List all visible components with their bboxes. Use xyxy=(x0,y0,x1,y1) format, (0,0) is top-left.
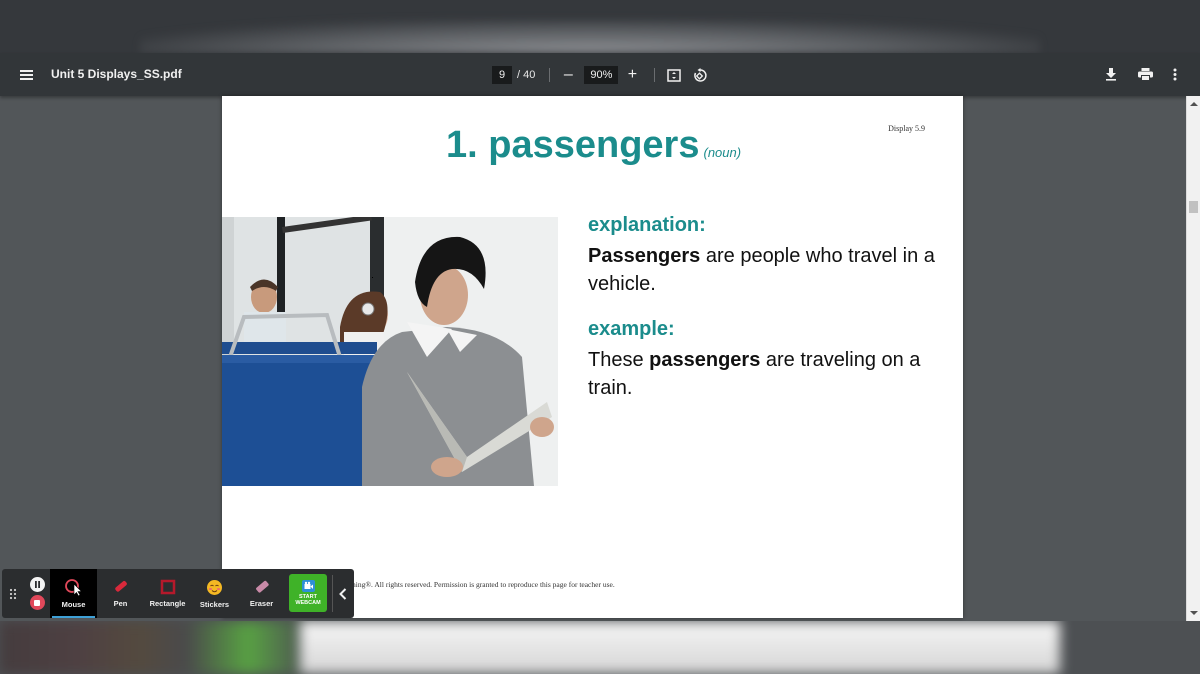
download-icon[interactable] xyxy=(1102,65,1120,83)
divider xyxy=(549,68,551,82)
vertical-scrollbar[interactable] xyxy=(1186,96,1200,621)
tool-mouse[interactable]: Mouse xyxy=(50,569,97,618)
start-webcam-button[interactable]: START WEBCAM xyxy=(289,574,327,612)
passenger-photo xyxy=(222,217,558,486)
webcam-label-line2: WEBCAM xyxy=(295,600,321,606)
tool-label: Pen xyxy=(113,599,128,608)
tool-label: Mouse xyxy=(61,600,86,609)
definition-block: explanation: Passengers are people who t… xyxy=(588,214,948,402)
part-of-speech: (noun) xyxy=(703,145,742,160)
tool-stickers[interactable]: Stickers xyxy=(191,569,238,618)
pdf-toolbar: Unit 5 Displays_SS.pdf / 40 – + xyxy=(0,53,1200,96)
display-number: Display 5.9 xyxy=(888,124,925,133)
zoom-in-button[interactable]: + xyxy=(624,66,640,84)
menu-icon[interactable] xyxy=(16,64,38,86)
scroll-up-arrow-icon[interactable] xyxy=(1190,102,1198,106)
screen-recorder-toolbar: Mouse Pen Rectangle Stickers Eraser STAR… xyxy=(2,569,354,618)
example-text: These passengers are traveling on a trai… xyxy=(588,346,948,402)
rectangle-icon xyxy=(160,579,175,595)
explanation-keyword: Passengers xyxy=(588,245,701,267)
drag-handle-icon[interactable] xyxy=(2,569,24,618)
stop-icon[interactable] xyxy=(29,595,45,610)
mouse-cursor-icon xyxy=(64,579,82,596)
right-controls xyxy=(1102,65,1184,83)
tool-label: Rectangle xyxy=(149,599,186,608)
copyright-footer: hing®. All rights reserved. Permission i… xyxy=(352,580,615,589)
vocabulary-title: 1. passengers (noun) xyxy=(446,124,741,167)
collapse-toolbar-button[interactable] xyxy=(333,569,353,618)
scroll-thumb[interactable] xyxy=(1189,201,1198,213)
sticker-icon xyxy=(207,579,222,595)
print-icon[interactable] xyxy=(1136,65,1154,83)
example-pre: These xyxy=(588,349,650,371)
eraser-icon xyxy=(255,580,269,593)
tool-label: Stickers xyxy=(199,599,230,609)
pen-icon xyxy=(114,581,127,592)
blurred-background-bottom xyxy=(0,621,1200,674)
tool-label: Eraser xyxy=(249,599,274,608)
recording-controls xyxy=(24,569,50,618)
tool-eraser[interactable]: Eraser xyxy=(238,569,285,618)
pdf-viewer: Unit 5 Displays_SS.pdf / 40 – + xyxy=(0,53,1200,621)
pdf-page: Display 5.9 1. passengers (noun) explana… xyxy=(222,96,963,618)
explanation-text: Passengers are people who travel in a ve… xyxy=(588,242,948,298)
example-label: example: xyxy=(588,318,675,340)
vocabulary-word: 1. passengers xyxy=(446,124,700,166)
scroll-down-arrow-icon[interactable] xyxy=(1190,611,1198,615)
example-keyword: passengers xyxy=(649,349,761,371)
fit-page-icon[interactable] xyxy=(665,66,683,84)
page-zoom-controls: / 40 – + xyxy=(492,62,709,88)
page-number-input[interactable] xyxy=(492,66,512,84)
more-vert-icon[interactable] xyxy=(1166,65,1184,83)
rotate-icon[interactable] xyxy=(691,66,709,84)
divider xyxy=(654,68,656,82)
chevron-left-icon xyxy=(339,587,347,600)
tool-rectangle[interactable]: Rectangle xyxy=(144,569,191,618)
explanation-label: explanation: xyxy=(588,214,706,236)
pause-icon[interactable] xyxy=(29,577,45,592)
webcam-icon xyxy=(301,580,315,592)
tool-pen[interactable]: Pen xyxy=(97,569,144,618)
page-total: / 40 xyxy=(517,69,536,81)
document-title: Unit 5 Displays_SS.pdf xyxy=(51,67,182,81)
blurred-background-top xyxy=(0,0,1200,53)
zoom-level-input[interactable] xyxy=(584,66,619,84)
zoom-out-button[interactable]: – xyxy=(560,66,576,84)
